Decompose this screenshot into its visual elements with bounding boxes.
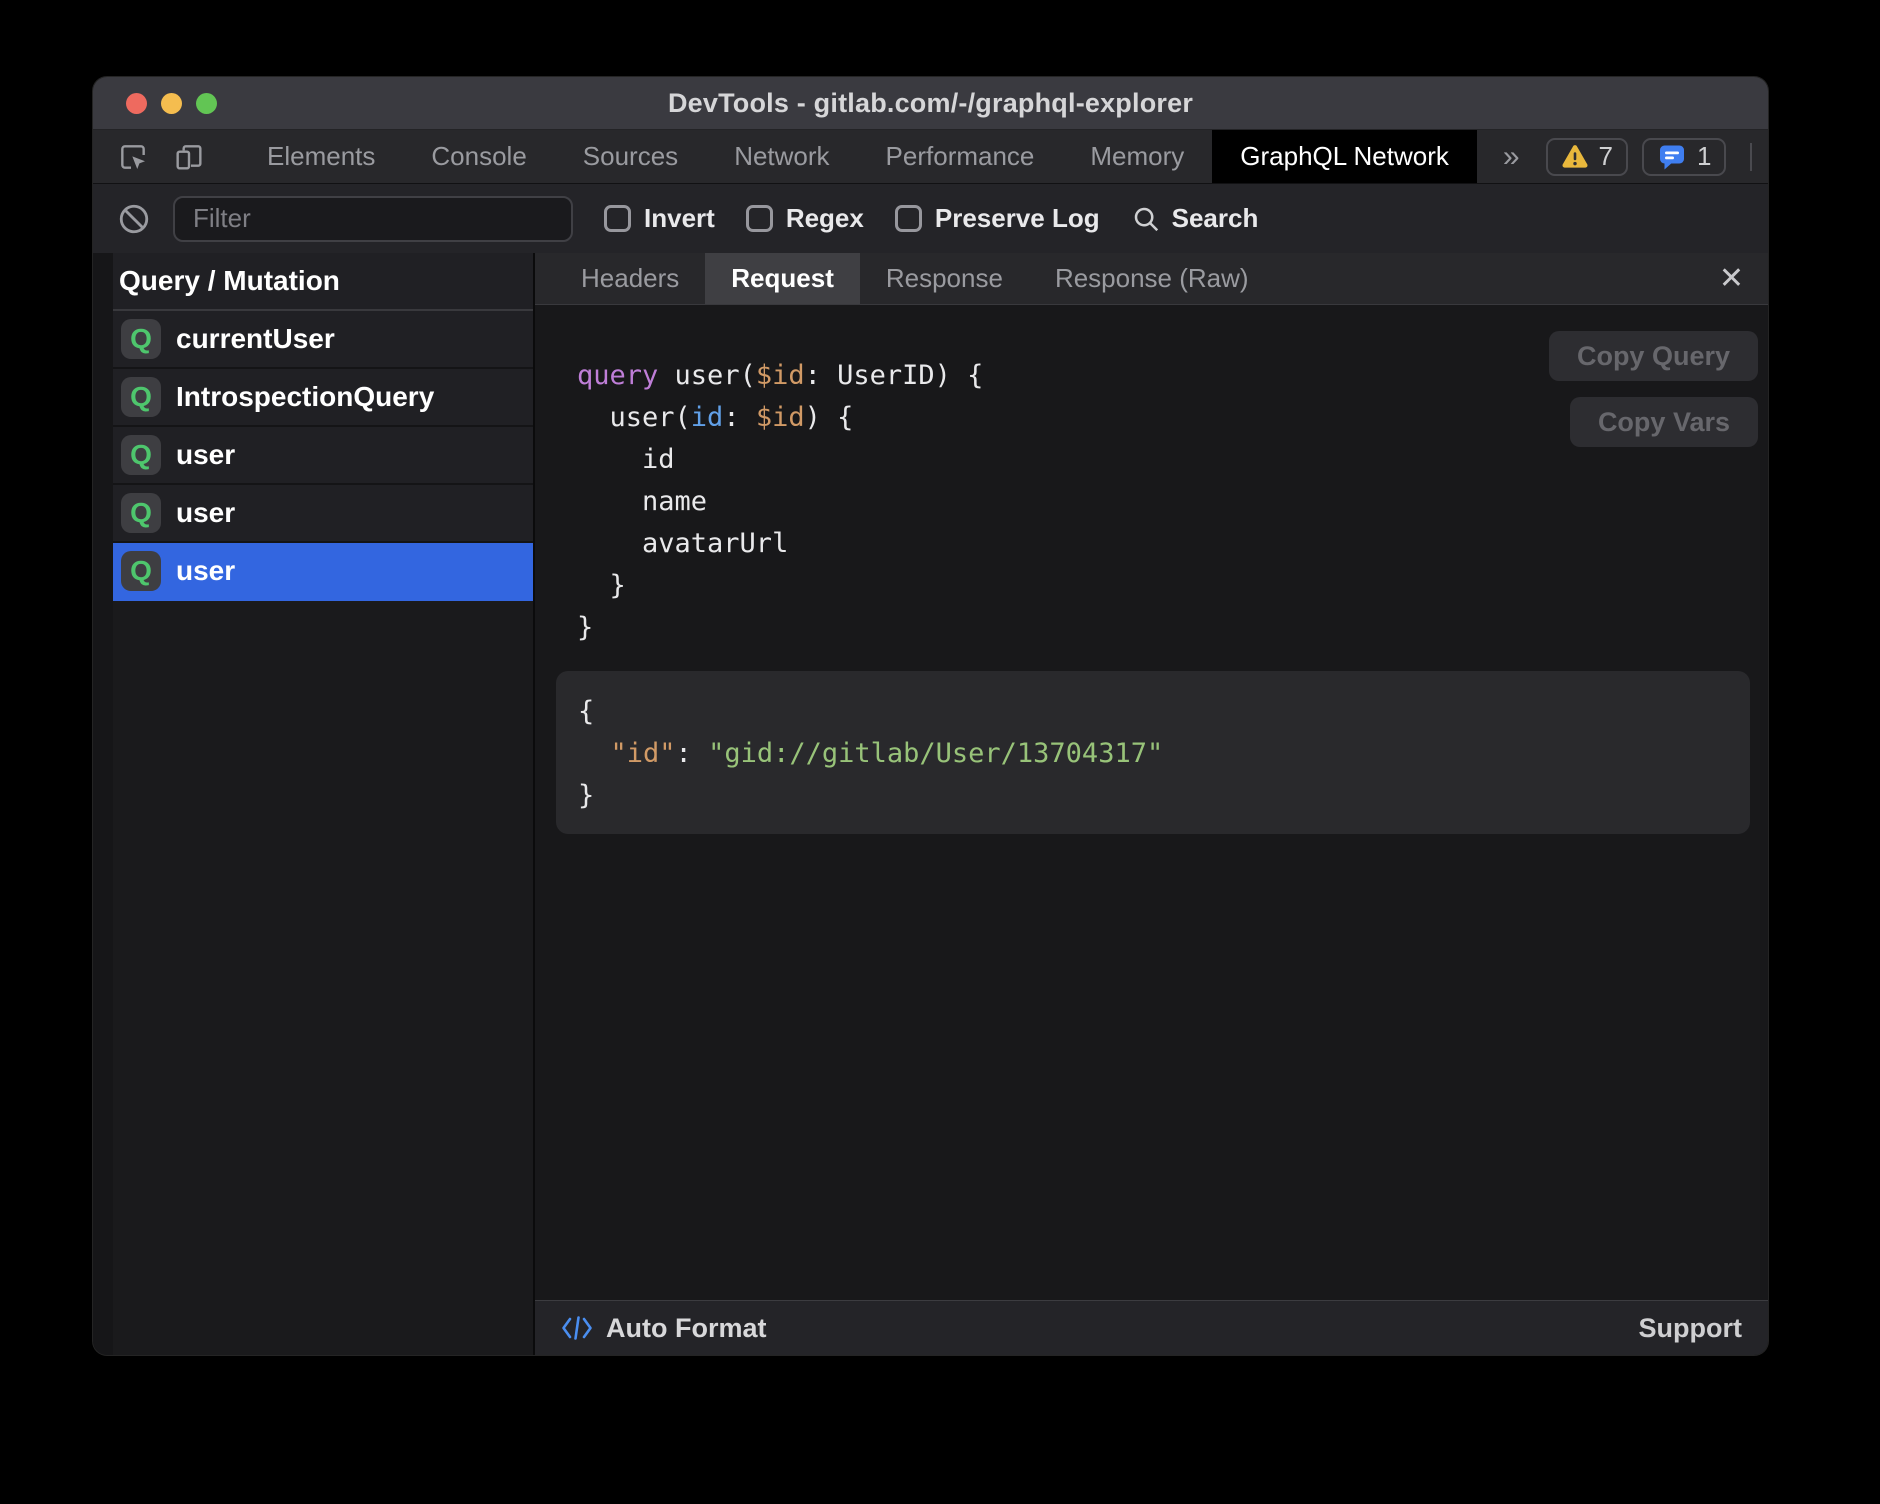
code-text: {: [578, 696, 594, 727]
code-text: user(: [577, 402, 691, 433]
search-button[interactable]: Search: [1131, 203, 1259, 234]
search-label: Search: [1172, 203, 1259, 234]
invert-checkbox[interactable]: [604, 205, 631, 232]
tab-performance[interactable]: Performance: [858, 130, 1063, 183]
detail-tab-bar: Headers Request Response Response (Raw) …: [535, 253, 1768, 305]
code-text: id: [577, 444, 675, 475]
query-type-badge: Q: [121, 319, 161, 359]
close-window-button[interactable]: [126, 93, 147, 114]
invert-checkbox-group[interactable]: Invert: [604, 203, 715, 234]
preserve-log-checkbox[interactable]: [895, 205, 922, 232]
regex-label: Regex: [786, 203, 864, 234]
footer-bar: Auto Format Support: [535, 1300, 1768, 1355]
block-requests-icon[interactable]: [117, 202, 151, 236]
code-text: :: [676, 738, 709, 769]
code-text: user(: [675, 360, 756, 391]
code-text: name: [577, 486, 707, 517]
badge-divider: [1750, 143, 1752, 171]
query-name: user: [176, 555, 235, 587]
request-content: query user($id: UserID) { user(id: $id) …: [535, 305, 1768, 1300]
sidebar-header: Query / Mutation: [113, 253, 533, 311]
code-text: :: [723, 402, 756, 433]
regex-checkbox-group[interactable]: Regex: [746, 203, 864, 234]
json-string-value: "gid://gitlab/User/13704317": [708, 738, 1163, 769]
tab-graphql-network[interactable]: GraphQL Network: [1212, 130, 1477, 183]
query-type-badge: Q: [121, 493, 161, 533]
query-list-item[interactable]: Q IntrospectionQuery: [113, 369, 533, 427]
code-text: : UserID) {: [805, 360, 984, 391]
minimize-window-button[interactable]: [161, 93, 182, 114]
query-name: IntrospectionQuery: [176, 381, 434, 413]
auto-format-button[interactable]: Auto Format: [561, 1313, 766, 1344]
query-variables-code: { "id": "gid://gitlab/User/13704317" }: [578, 691, 1726, 817]
json-key: "id": [611, 738, 676, 769]
regex-checkbox[interactable]: [746, 205, 773, 232]
warnings-badge[interactable]: 7: [1546, 138, 1628, 176]
code-text: avatarUrl: [577, 528, 788, 559]
auto-format-label: Auto Format: [606, 1313, 766, 1344]
query-type-badge: Q: [121, 377, 161, 417]
search-icon: [1131, 204, 1161, 234]
tab-response[interactable]: Response: [860, 253, 1029, 304]
code-text: ) {: [805, 402, 854, 433]
tab-sources[interactable]: Sources: [555, 130, 706, 183]
query-list-item[interactable]: Q currentUser: [113, 311, 533, 369]
code-text: }: [578, 780, 594, 811]
query-list-item[interactable]: Q user: [113, 427, 533, 485]
filter-input[interactable]: [173, 196, 573, 242]
title-bar: DevTools - gitlab.com/-/graphql-explorer: [93, 77, 1768, 130]
query-list-item[interactable]: Q user: [113, 485, 533, 543]
query-variables-box: { "id": "gid://gitlab/User/13704317" }: [556, 671, 1750, 834]
window-title: DevTools - gitlab.com/-/graphql-explorer: [668, 88, 1193, 119]
copy-query-button[interactable]: Copy Query: [1549, 331, 1758, 381]
query-name: user: [176, 439, 235, 471]
code-variable: $id: [756, 360, 805, 391]
tab-console[interactable]: Console: [403, 130, 554, 183]
traffic-lights: [126, 77, 217, 129]
request-detail-panel: Headers Request Response Response (Raw) …: [535, 253, 1768, 1355]
devtools-tab-bar: Elements Console Sources Network Perform…: [93, 130, 1768, 183]
warning-icon: [1561, 144, 1589, 170]
tab-memory[interactable]: Memory: [1062, 130, 1212, 183]
zoom-window-button[interactable]: [196, 93, 217, 114]
tab-headers[interactable]: Headers: [555, 253, 705, 304]
query-name: user: [176, 497, 235, 529]
code-text: }: [577, 612, 593, 643]
code-brackets-icon: [561, 1315, 593, 1341]
copy-vars-button[interactable]: Copy Vars: [1570, 397, 1758, 447]
message-bubble-icon: [1657, 142, 1687, 172]
query-type-badge: Q: [121, 551, 161, 591]
warning-count: 7: [1599, 141, 1613, 172]
query-type-badge: Q: [121, 435, 161, 475]
preserve-log-checkbox-group[interactable]: Preserve Log: [895, 203, 1100, 234]
inspect-element-icon[interactable]: [117, 141, 149, 173]
query-list-sidebar: Query / Mutation Q currentUser Q Introsp…: [93, 253, 535, 1355]
message-count: 1: [1697, 141, 1711, 172]
preserve-log-label: Preserve Log: [935, 203, 1100, 234]
tab-request[interactable]: Request: [705, 253, 860, 304]
code-argument: id: [691, 402, 724, 433]
invert-label: Invert: [644, 203, 715, 234]
device-toolbar-icon[interactable]: [173, 141, 205, 173]
devtools-window: DevTools - gitlab.com/-/graphql-explorer…: [93, 77, 1768, 1355]
filter-bar: Invert Regex Preserve Log Search: [93, 183, 1768, 253]
close-panel-icon[interactable]: ✕: [1719, 253, 1744, 304]
tab-network[interactable]: Network: [706, 130, 857, 183]
tab-response-raw[interactable]: Response (Raw): [1029, 253, 1275, 304]
support-link[interactable]: Support: [1639, 1313, 1742, 1344]
more-tabs-icon[interactable]: »: [1477, 130, 1546, 183]
code-text: }: [577, 570, 626, 601]
code-variable: $id: [756, 402, 805, 433]
code-text: [578, 738, 611, 769]
query-list-item-selected[interactable]: Q user: [113, 543, 533, 601]
code-keyword: query: [577, 360, 675, 391]
tab-elements[interactable]: Elements: [239, 130, 403, 183]
query-name: currentUser: [176, 323, 335, 355]
issues-badge[interactable]: 1: [1642, 138, 1726, 176]
